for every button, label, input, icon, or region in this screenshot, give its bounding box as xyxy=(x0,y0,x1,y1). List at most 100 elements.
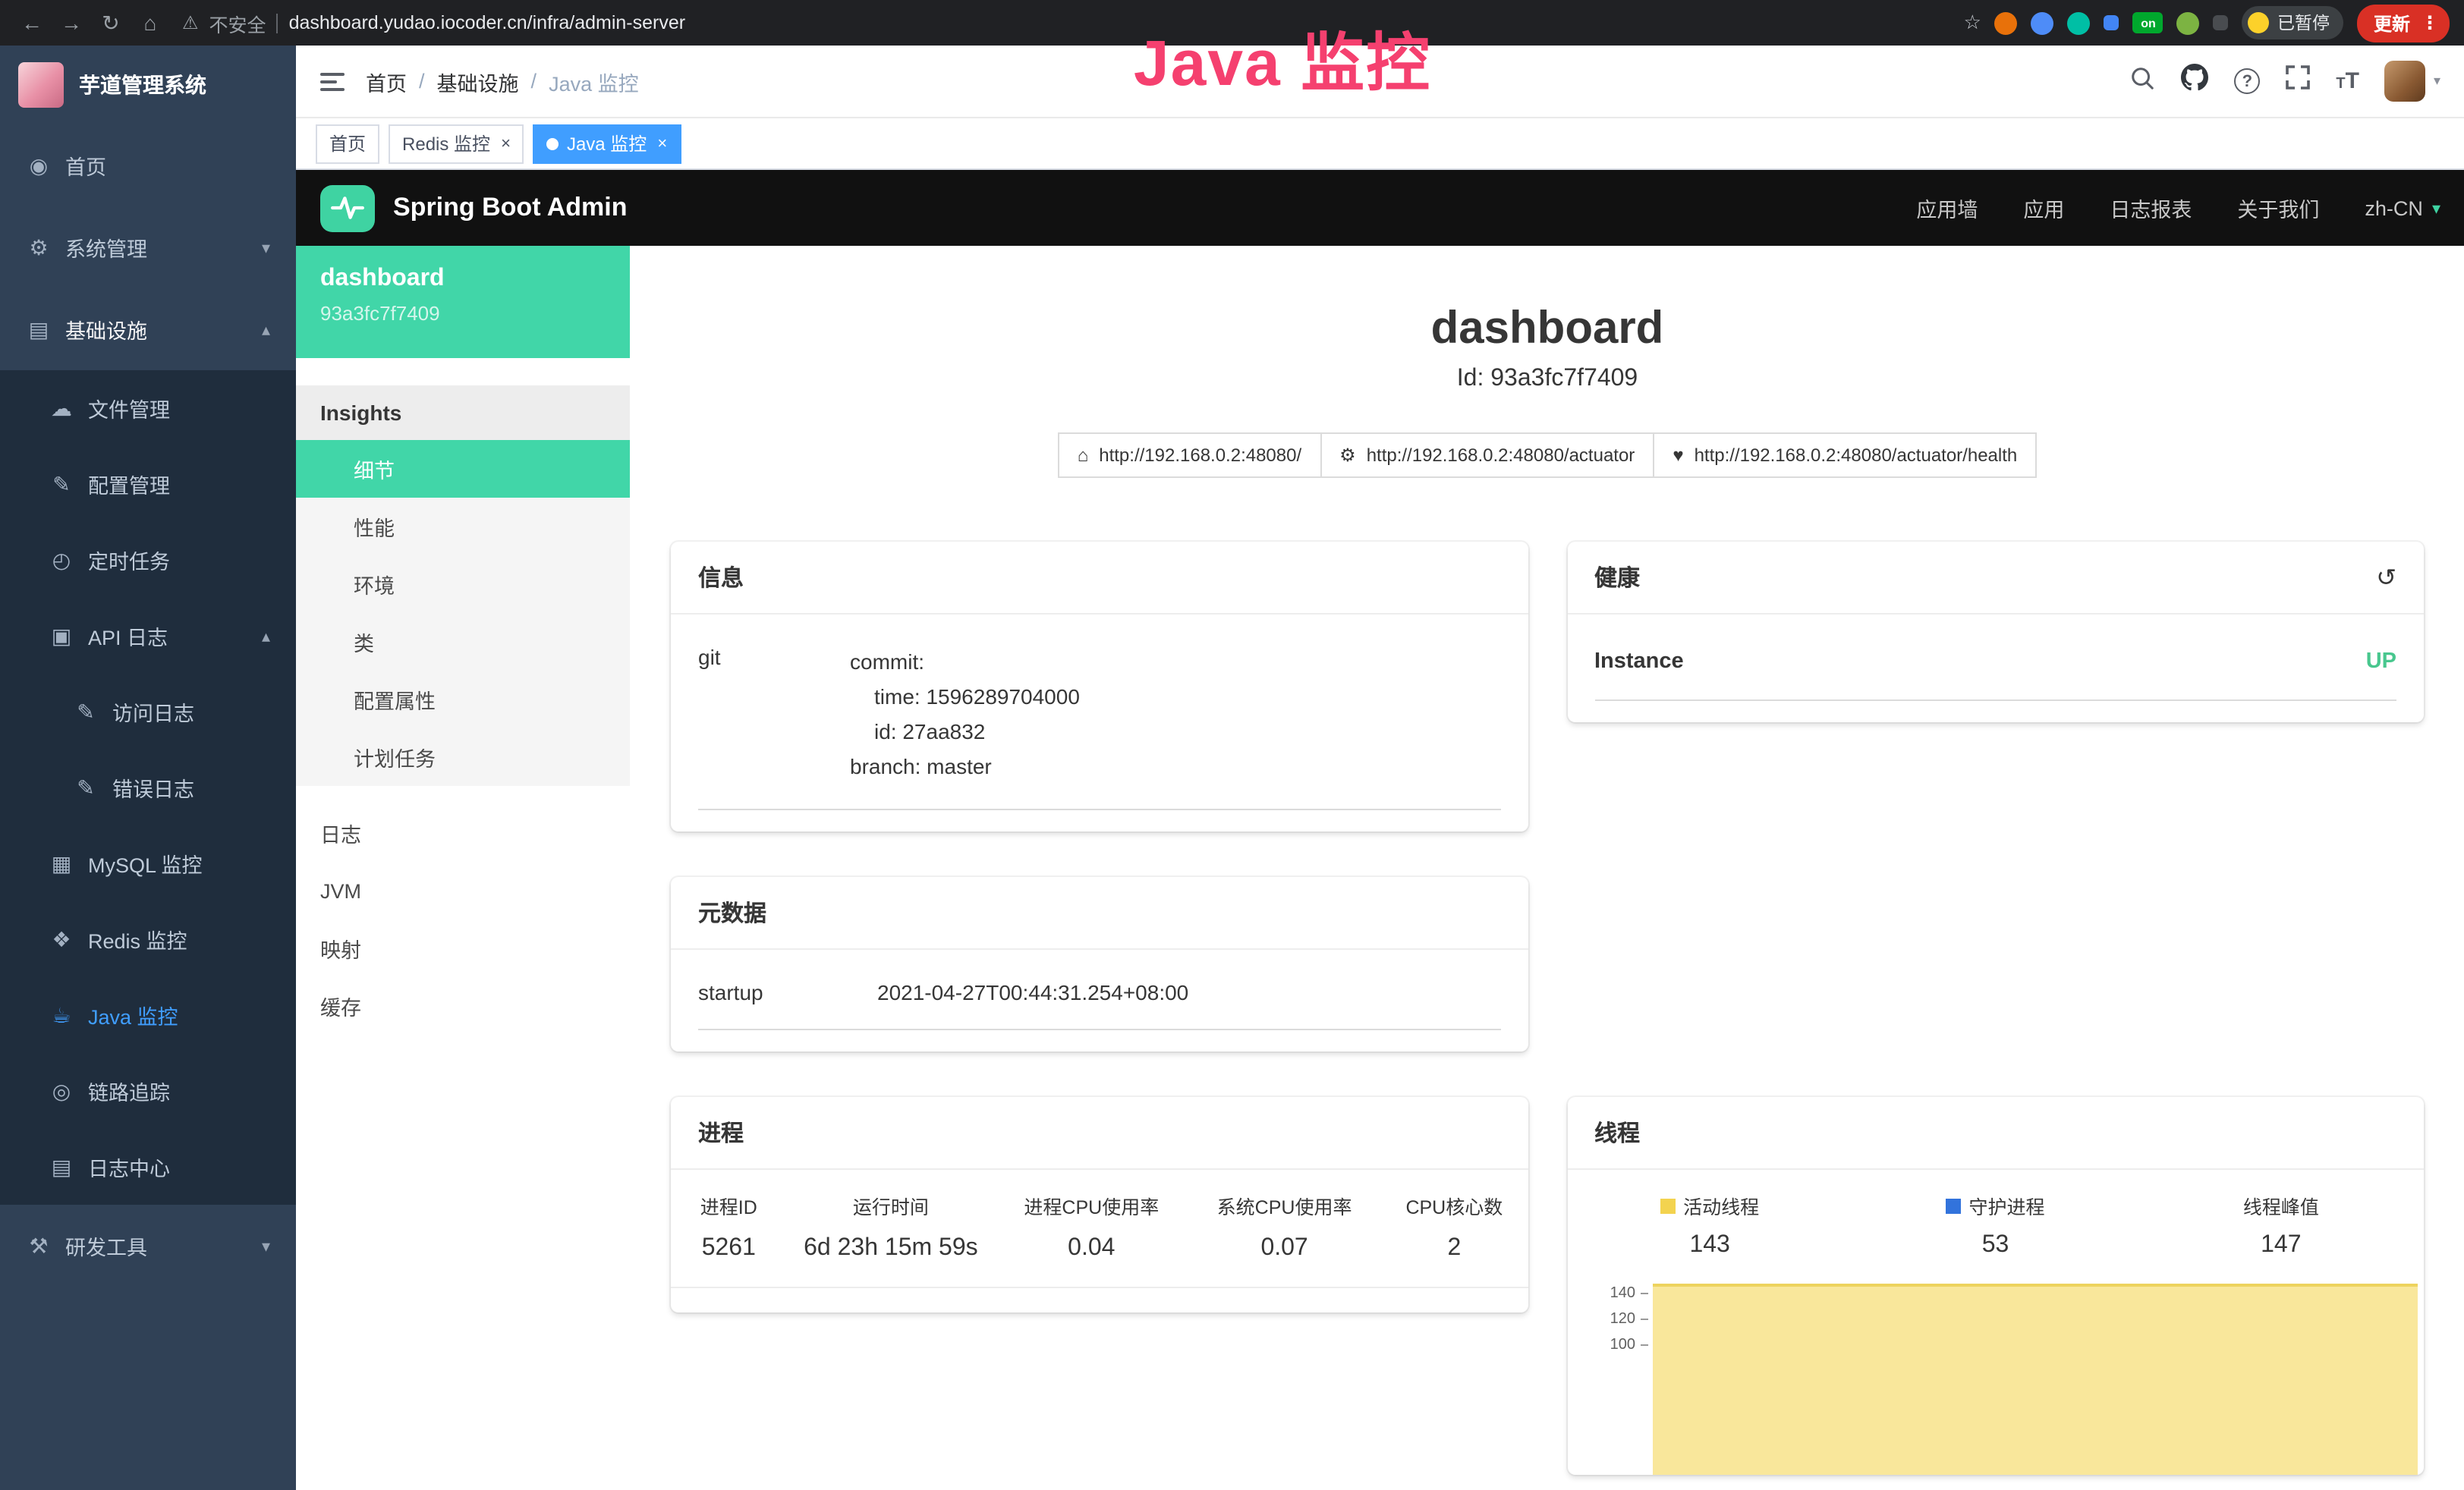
health-heart-icon: ♥ xyxy=(1673,445,1683,466)
sba-item-environment[interactable]: 环境 xyxy=(296,555,630,613)
daemon-threads-value: 53 xyxy=(1852,1221,2138,1272)
extension-icon-orange[interactable] xyxy=(1995,11,2018,34)
extensions-puzzle-icon[interactable] xyxy=(2214,15,2229,30)
sidebar-item-mysql-monitor[interactable]: ▦ MySQL 监控 xyxy=(0,825,296,901)
breadcrumb-infrastructure[interactable]: 基础设施 xyxy=(437,66,519,96)
browser-home-icon[interactable]: ⌂ xyxy=(134,6,167,39)
extension-icon-on-badge[interactable]: on xyxy=(2133,12,2163,33)
sba-item-scheduled-tasks[interactable]: 计划任务 xyxy=(296,728,630,786)
sidebar-item-file-mgmt[interactable]: ☁ 文件管理 xyxy=(0,370,296,446)
sidebar-item-java-monitor[interactable]: ☕ Java 监控 xyxy=(0,977,296,1053)
sidebar-item-system-mgmt[interactable]: ⚙ 系统管理 ▾ xyxy=(0,206,296,288)
hamburger-icon[interactable] xyxy=(320,72,345,90)
git-commit-line: commit: xyxy=(850,645,1080,680)
sba-sidebar: dashboard 93a3fc7f7409 Insights 细节 性能 环境… xyxy=(296,246,630,1490)
health-url-link[interactable]: ♥ http://192.168.0.2:48080/actuator/heal… xyxy=(1653,432,2037,478)
sba-item-metrics[interactable]: 性能 xyxy=(296,498,630,555)
sidebar-item-label: 错误日志 xyxy=(112,772,194,803)
sba-nav-wallboard[interactable]: 应用墙 xyxy=(1916,193,1978,223)
sba-instance-header[interactable]: dashboard 93a3fc7f7409 xyxy=(296,246,630,358)
sba-item-classes[interactable]: 类 xyxy=(296,613,630,671)
close-icon[interactable]: × xyxy=(501,134,511,152)
user-menu[interactable]: ▾ xyxy=(2385,61,2440,102)
sidebar-item-error-logs[interactable]: ✎ 错误日志 xyxy=(0,750,296,825)
reload-icon[interactable]: ↻ xyxy=(94,6,127,39)
tab-home[interactable]: 首页 xyxy=(316,124,379,163)
process-card-title: 进程 xyxy=(671,1098,1528,1171)
sba-language-select[interactable]: zh-CN ▾ xyxy=(2365,196,2440,219)
legend-daemon-threads: 守护进程 xyxy=(1852,1171,2138,1221)
sidebar-item-link-tracing[interactable]: ◎ 链路追踪 xyxy=(0,1053,296,1129)
sba-brand-title[interactable]: Spring Boot Admin xyxy=(393,193,628,223)
search-icon[interactable] xyxy=(2129,64,2155,98)
sidebar-item-label: 链路追踪 xyxy=(88,1076,170,1106)
fullscreen-icon[interactable] xyxy=(2286,65,2310,97)
sidebar-item-redis-monitor[interactable]: ❖ Redis 监控 xyxy=(0,901,296,977)
github-icon[interactable] xyxy=(2181,64,2208,99)
chevron-down-icon: ▾ xyxy=(262,237,270,257)
sidebar-item-access-logs[interactable]: ✎ 访问日志 xyxy=(0,674,296,750)
service-url-link[interactable]: ⌂ http://192.168.0.2:48080/ xyxy=(1058,432,1321,478)
sba-language-label: zh-CN xyxy=(2365,196,2423,219)
actuator-url-link[interactable]: ⚙ http://192.168.0.2:48080/actuator xyxy=(1320,432,1654,478)
error-log-icon: ✎ xyxy=(73,775,99,800)
sba-item-mappings[interactable]: 映射 xyxy=(296,919,630,977)
tab-java-monitor[interactable]: Java 监控 × xyxy=(533,124,681,163)
history-icon[interactable]: ↺ xyxy=(2376,562,2396,593)
health-instance-row[interactable]: Instance UP xyxy=(1594,624,2396,701)
sidebar-item-infrastructure[interactable]: ▤ 基础设施 ▴ xyxy=(0,288,296,370)
sba-item-logs[interactable]: 日志 xyxy=(296,804,630,862)
spacer xyxy=(296,786,630,804)
extension-icon-blue-drop[interactable] xyxy=(2031,11,2054,34)
info-card-title: 信息 xyxy=(671,542,1528,615)
access-log-icon: ✎ xyxy=(73,699,99,725)
caret-down-icon: ▾ xyxy=(2432,198,2440,218)
sba-nav-journal[interactable]: 日志报表 xyxy=(2110,193,2192,223)
sba-item-config-props[interactable]: 配置属性 xyxy=(296,671,630,728)
sba-nav-applications[interactable]: 应用 xyxy=(2023,193,2064,223)
close-icon[interactable]: × xyxy=(657,134,667,152)
sba-item-jvm[interactable]: JVM xyxy=(296,862,630,919)
user-avatar xyxy=(2385,61,2426,102)
sba-item-details[interactable]: 细节 xyxy=(296,440,630,498)
sidebar-item-log-center[interactable]: ▤ 日志中心 xyxy=(0,1129,296,1205)
sidebar-item-api-logs[interactable]: ▣ API 日志 ▴ xyxy=(0,598,296,674)
back-icon[interactable]: ← xyxy=(15,6,49,39)
sba-nav-about[interactable]: 关于我们 xyxy=(2237,193,2319,223)
sidebar-item-home[interactable]: ◉ 首页 xyxy=(0,124,296,206)
extension-icon-green[interactable] xyxy=(2068,11,2091,34)
timer-icon: ◴ xyxy=(49,547,74,573)
chevron-down-icon: ▾ xyxy=(262,1236,270,1256)
breadcrumb-home[interactable]: 首页 xyxy=(366,66,407,96)
chevron-up-icon: ▴ xyxy=(262,626,270,646)
process-sys-cpu-value: 0.07 xyxy=(1188,1230,1380,1289)
sidebar-item-label: Java 监控 xyxy=(88,1000,178,1030)
help-icon[interactable]: ? xyxy=(2234,68,2260,94)
browser-menu-kebab-icon[interactable]: ⋮ xyxy=(2421,12,2439,33)
extension-icon-leaf[interactable] xyxy=(2177,11,2200,34)
metadata-card-title: 元数据 xyxy=(671,878,1528,951)
sidebar-item-config-mgmt[interactable]: ✎ 配置管理 xyxy=(0,446,296,522)
git-time-line: time: 1596289704000 xyxy=(850,680,1080,715)
extension-icon-grid[interactable] xyxy=(2104,15,2119,30)
sba-item-caches[interactable]: 缓存 xyxy=(296,977,630,1035)
info-card: 信息 git commit: time: 1596289704000 id: 2… xyxy=(671,542,1528,832)
sidebar-item-dev-tools[interactable]: ⚒ 研发工具 ▾ xyxy=(0,1205,296,1287)
profile-paused-badge[interactable]: 已暂停 xyxy=(2242,6,2343,39)
update-button[interactable]: 更新 ⋮ xyxy=(2357,4,2450,42)
screen: ← → ↻ ⌂ ⚠ 不安全 dashboard.yudao.iocoder.cn… xyxy=(0,0,2464,1490)
sidebar-item-scheduled-tasks[interactable]: ◴ 定时任务 xyxy=(0,522,296,598)
bookmark-star-icon[interactable]: ☆ xyxy=(1964,11,1981,35)
forward-icon[interactable]: → xyxy=(55,6,88,39)
instance-id-line: Id: 93a3fc7f7409 xyxy=(671,366,2424,393)
address-bar[interactable]: ⚠ 不安全 dashboard.yudao.iocoder.cn/infra/a… xyxy=(182,8,685,37)
app-logo-row[interactable]: 芋道管理系统 xyxy=(0,46,296,124)
sba-nav: 应用墙 应用 日志报表 关于我们 zh-CN ▾ xyxy=(1916,193,2440,223)
process-col-uptime: 运行时间 xyxy=(787,1171,996,1230)
font-size-icon[interactable]: TT xyxy=(2336,68,2359,94)
tab-redis-monitor[interactable]: Redis 监控 × xyxy=(389,124,524,163)
breadcrumb-separator: / xyxy=(531,70,537,93)
spring-boot-admin-logo[interactable] xyxy=(320,184,375,231)
sidebar-item-label: 系统管理 xyxy=(65,232,147,262)
instance-links: ⌂ http://192.168.0.2:48080/ ⚙ http://192… xyxy=(671,432,2424,478)
